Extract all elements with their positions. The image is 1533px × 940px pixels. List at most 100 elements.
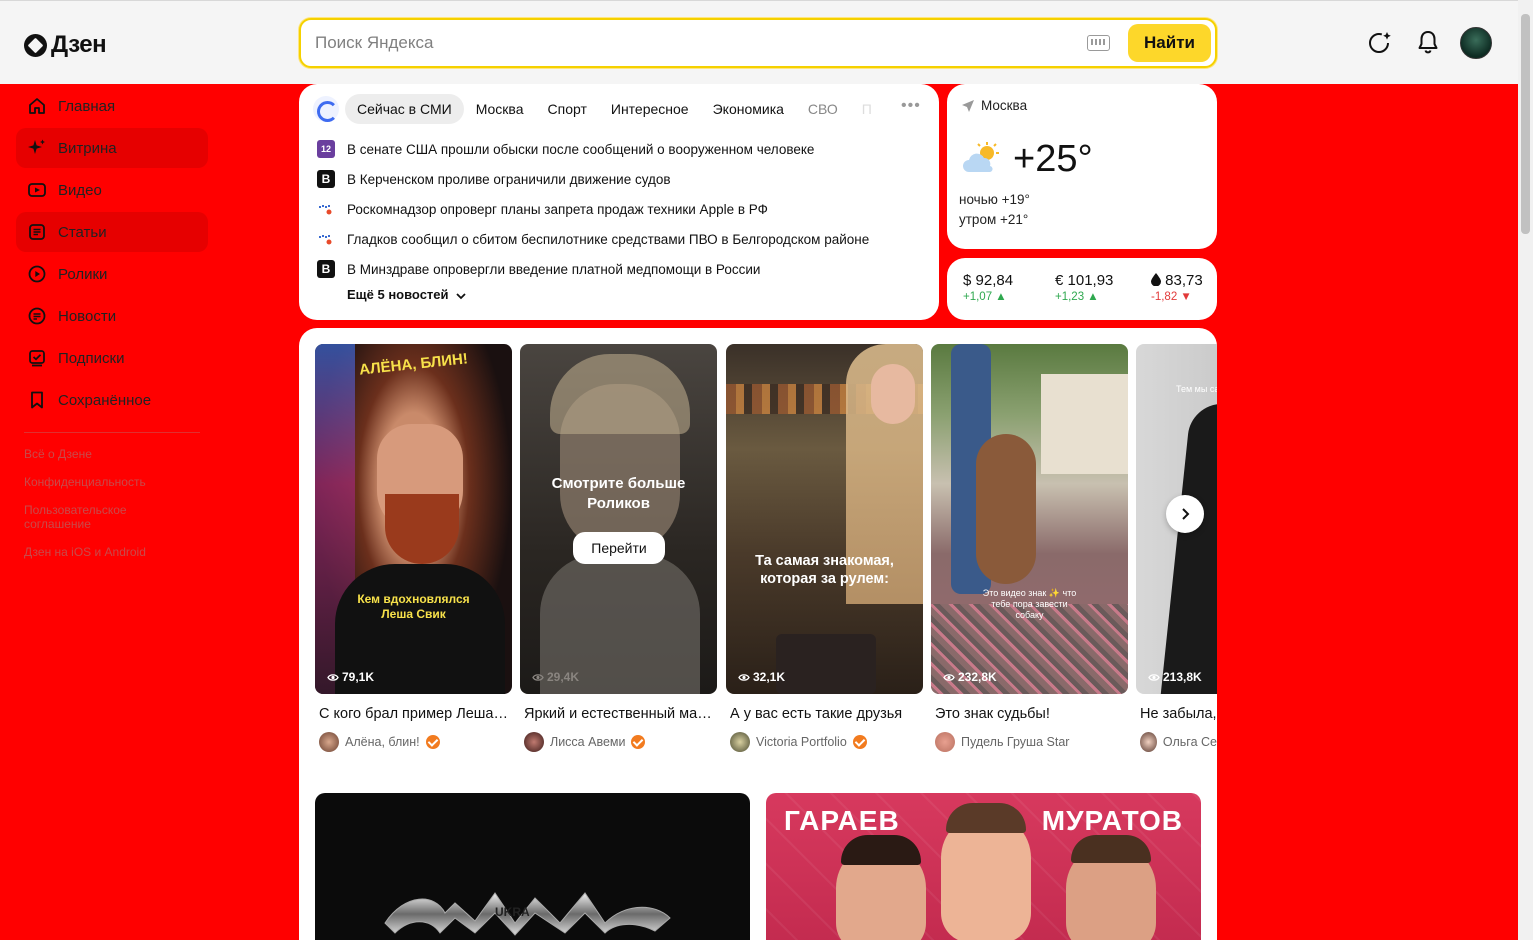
sidebar-item-articles[interactable]: Статьи (16, 212, 208, 252)
currency-delta: +1,23 ▲ (1055, 291, 1099, 303)
tab-economy[interactable]: Экономика (701, 94, 796, 124)
news-headline: В Керченском проливе ограничили движение… (347, 171, 671, 187)
sidebar-item-label: Статьи (58, 223, 107, 241)
person-center-hair (946, 803, 1026, 833)
short-card[interactable]: АЛЁНА, БЛИН! Кем вдохновлялся Леша Свик … (315, 344, 512, 752)
tab-svo[interactable]: СВО (796, 94, 850, 124)
person-beard (385, 494, 459, 564)
footer-link-terms[interactable]: Пользовательское соглашение (24, 503, 164, 531)
short-thumbnail[interactable]: Смотрите больше Роликов Перейти 29,4K (520, 344, 717, 694)
short-author[interactable]: Пудель Груша Star (931, 732, 1128, 752)
short-card[interactable]: Это видео знак ✨ что тебе пора завести с… (931, 344, 1128, 752)
page-scrollbar[interactable] (1518, 0, 1533, 940)
keyboard-icon[interactable] (1087, 35, 1110, 51)
news-card: Сейчас в СМИ Москва Спорт Интересное Эко… (299, 84, 939, 320)
search-box: Найти (299, 18, 1217, 68)
short-card[interactable]: Тем мы самое 213,8K Не забыла, Ольга Се (1136, 344, 1217, 752)
search-input[interactable] (315, 30, 1075, 56)
currency-card[interactable]: $ 92,84 +1,07 ▲ € 101,93 +1,23 ▲ 83,73 -… (947, 258, 1217, 320)
list-item[interactable]: Гладков сообщил о сбитом беспилотнике ср… (317, 224, 869, 254)
list-item[interactable]: B В Керченском проливе ограничили движен… (317, 164, 869, 194)
author-name: Алёна, блин! (345, 735, 420, 749)
dog (976, 434, 1036, 584)
short-title[interactable]: Яркий и естественный макияж (520, 706, 717, 722)
list-item[interactable]: B В Минздраве опровергли введение платно… (317, 254, 869, 284)
tab-truncated[interactable]: П (850, 94, 884, 124)
tab-moscow[interactable]: Москва (464, 94, 536, 124)
list-item[interactable]: Роскомнадзор опроверг планы запрета прод… (317, 194, 869, 224)
short-card[interactable]: Смотрите больше Роликов Перейти 29,4K Яр… (520, 344, 717, 752)
video-logo-text: UKRA (495, 905, 530, 919)
location-arrow-icon (962, 99, 974, 112)
short-title[interactable]: А у вас есть такие друзья (726, 706, 923, 722)
menu-board (776, 634, 876, 694)
eye-icon (532, 673, 544, 681)
ai-assistant-icon[interactable] (1367, 29, 1393, 55)
short-title[interactable]: Это знак судьбы! (931, 706, 1128, 722)
currency-value: $ 92,84 (963, 272, 1014, 289)
bell-icon[interactable] (1415, 29, 1441, 55)
more-news-button[interactable]: Ещё 5 новостей (347, 287, 467, 302)
sidebar-item-subscriptions[interactable]: Подписки (16, 338, 208, 378)
views-count: 232,8K (943, 670, 997, 684)
news-tabs: Сейчас в СМИ Москва Спорт Интересное Эко… (313, 94, 884, 124)
sidebar-item-video[interactable]: Видео (16, 170, 208, 210)
video-card[interactable]: UKRA (315, 793, 750, 940)
sidebar: Главная Витрина Видео Статьи Ролики Ново… (16, 84, 208, 573)
list-item[interactable]: 12 В сенате США прошли обыски после сооб… (317, 134, 869, 164)
short-author[interactable]: Алёна, блин! (315, 732, 512, 752)
eye-icon (943, 673, 955, 681)
media-icon (313, 96, 339, 122)
search-button[interactable]: Найти (1128, 24, 1211, 62)
currency-oil: 83,73 -1,82 ▼ (1151, 272, 1203, 303)
short-author[interactable]: Лисса Авеми (520, 732, 717, 752)
footer-link-privacy[interactable]: Конфиденциальность (24, 475, 164, 489)
short-author[interactable]: Victoria Portfolio (726, 732, 923, 752)
footer-link-apps[interactable]: Дзен на iOS и Android (24, 545, 164, 559)
short-thumbnail[interactable]: АЛЁНА, БЛИН! Кем вдохновлялся Леша Свик … (315, 344, 512, 694)
source-logo-icon (317, 200, 335, 218)
sidebar-item-showcase[interactable]: Витрина (16, 128, 208, 168)
currency-usd: $ 92,84 +1,07 ▲ (963, 272, 1013, 303)
top-header: Дзен Найти (0, 0, 1518, 84)
sidebar-item-label: Витрина (58, 139, 117, 157)
weather-night: ночью +19° (959, 192, 1030, 207)
scrollbar-thumb[interactable] (1521, 14, 1530, 234)
dzen-logo[interactable]: Дзен (24, 31, 107, 59)
user-avatar[interactable] (1460, 27, 1492, 59)
short-author[interactable]: Ольга Се (1136, 732, 1217, 752)
tab-interesting[interactable]: Интересное (599, 94, 701, 124)
oil-drop-icon (1151, 273, 1161, 287)
article-icon (26, 221, 48, 243)
sidebar-item-home[interactable]: Главная (16, 86, 208, 126)
sidebar-item-label: Подписки (58, 349, 125, 367)
short-card[interactable]: Та самая знакомая, которая за рулем: 32,… (726, 344, 923, 752)
sidebar-item-news[interactable]: Новости (16, 296, 208, 336)
sidebar-item-label: Видео (58, 181, 102, 199)
more-tabs-icon[interactable]: ••• (901, 97, 921, 115)
building (1041, 374, 1128, 474)
person-right-hair (1071, 835, 1151, 863)
weather-card[interactable]: Москва +25° ночью +19° утром +21° (947, 84, 1217, 249)
dzen-logo-icon (24, 33, 47, 57)
go-to-shorts-button[interactable]: Перейти (573, 532, 665, 564)
sidebar-item-saved[interactable]: Сохранённое (16, 380, 208, 420)
chevron-right-icon (1182, 508, 1190, 520)
short-title[interactable]: С кого брал пример Леша Свик (315, 706, 512, 722)
short-title[interactable]: Не забыла, (1136, 706, 1217, 722)
footer-link-about[interactable]: Всё о Дзене (24, 447, 164, 461)
weather-city: Москва (981, 98, 1028, 113)
person-hair (550, 354, 690, 434)
sidebar-item-shorts[interactable]: Ролики (16, 254, 208, 294)
tab-now-in-media[interactable]: Сейчас в СМИ (345, 94, 464, 124)
video-card[interactable]: ГАРАЕВ МУРАТОВ (766, 793, 1201, 940)
sidebar-divider (24, 432, 200, 433)
source-logo-icon: B (317, 170, 335, 188)
subscriptions-icon (26, 347, 48, 369)
carousel-next-button[interactable] (1166, 495, 1204, 533)
tab-sport[interactable]: Спорт (536, 94, 599, 124)
weather-location: Москва (961, 98, 1027, 113)
sidebar-item-label: Главная (58, 97, 116, 115)
short-thumbnail[interactable]: Та самая знакомая, которая за рулем: 32,… (726, 344, 923, 694)
short-thumbnail[interactable]: Это видео знак ✨ что тебе пора завести с… (931, 344, 1128, 694)
